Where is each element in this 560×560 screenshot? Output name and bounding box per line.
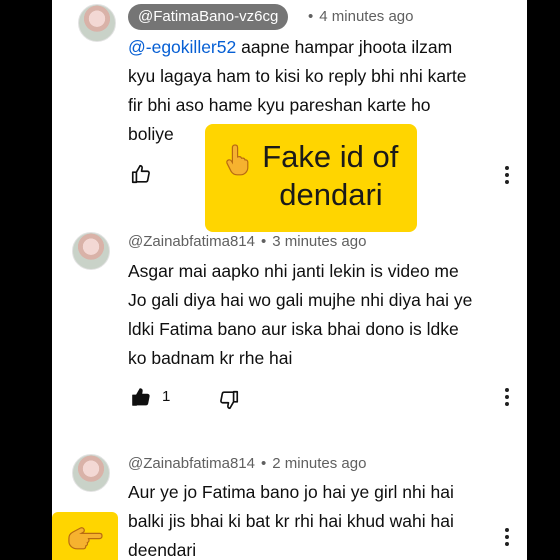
comment-line: Aur ye jo Fatima bano jo hai ye girl nhi… <box>128 482 454 502</box>
avatar[interactable] <box>72 232 110 270</box>
more-icon[interactable] <box>504 388 510 408</box>
pointing-hand-icon <box>225 144 249 176</box>
comment-line: ko badnam kr rhe hai <box>128 348 293 368</box>
comment-author-handle[interactable]: @Zainabfatima814 <box>128 233 255 250</box>
callout-line-1: Fake id of <box>205 138 417 176</box>
comment-text: Asgar mai aapko nhi janti lekin is video… <box>128 257 523 373</box>
comment-timestamp: 3 minutes ago <box>272 233 367 250</box>
like-count: 1 <box>162 388 171 405</box>
comment-line: Asgar mai aapko nhi janti lekin is video… <box>128 261 459 281</box>
comment-line: ldki Fatima bano aur iska bhai dono is l… <box>128 319 459 339</box>
comments-panel: @FatimaBano-vz6cg • 4 minutes ago @-egoki… <box>52 0 527 560</box>
comment-line: balki jis bhai ki bat kr rhi hai khud wa… <box>128 511 454 531</box>
dislike-icon[interactable] <box>218 389 240 411</box>
comment-meta: @Zainabfatima814 • 2 minutes ago <box>128 455 367 472</box>
comment-text: Aur ye jo Fatima bano jo hai ye girl nhi… <box>128 478 523 560</box>
comment-line: kyu lagaya ham to kisi ko reply bhi nhi … <box>128 66 467 86</box>
comment-line: deendari <box>128 540 197 560</box>
comment-line: Jo gali diya hai wo gali mujhe nhi diya … <box>128 290 473 310</box>
like-icon[interactable] <box>130 386 152 408</box>
annotation-pointer-box <box>52 512 118 560</box>
comment-meta: @Zainabfatima814 • 3 minutes ago <box>128 233 367 250</box>
mention-link[interactable]: @-egokiller52 <box>128 37 236 57</box>
callout-text: dendari <box>279 177 383 212</box>
comment-line: aapne hampar jhoota ilzam <box>236 37 453 57</box>
comment-meta: • 4 minutes ago <box>308 8 414 25</box>
more-icon[interactable] <box>504 166 510 186</box>
comment-timestamp: 4 minutes ago <box>319 8 414 25</box>
avatar[interactable] <box>78 4 116 42</box>
comment-author-handle[interactable]: @Zainabfatima814 <box>128 455 255 472</box>
comment-timestamp: 2 minutes ago <box>272 455 367 472</box>
avatar[interactable] <box>72 454 110 492</box>
annotation-callout: Fake id of dendari <box>205 124 417 232</box>
like-icon[interactable] <box>130 163 152 185</box>
comment-line: fir bhi aso hame kyu pareshan karte ho <box>128 95 431 115</box>
pointing-hand-icon <box>68 527 103 550</box>
callout-text: Fake id of <box>262 139 399 174</box>
more-icon[interactable] <box>504 528 510 548</box>
comment-author-handle[interactable]: @FatimaBano-vz6cg <box>128 4 289 30</box>
